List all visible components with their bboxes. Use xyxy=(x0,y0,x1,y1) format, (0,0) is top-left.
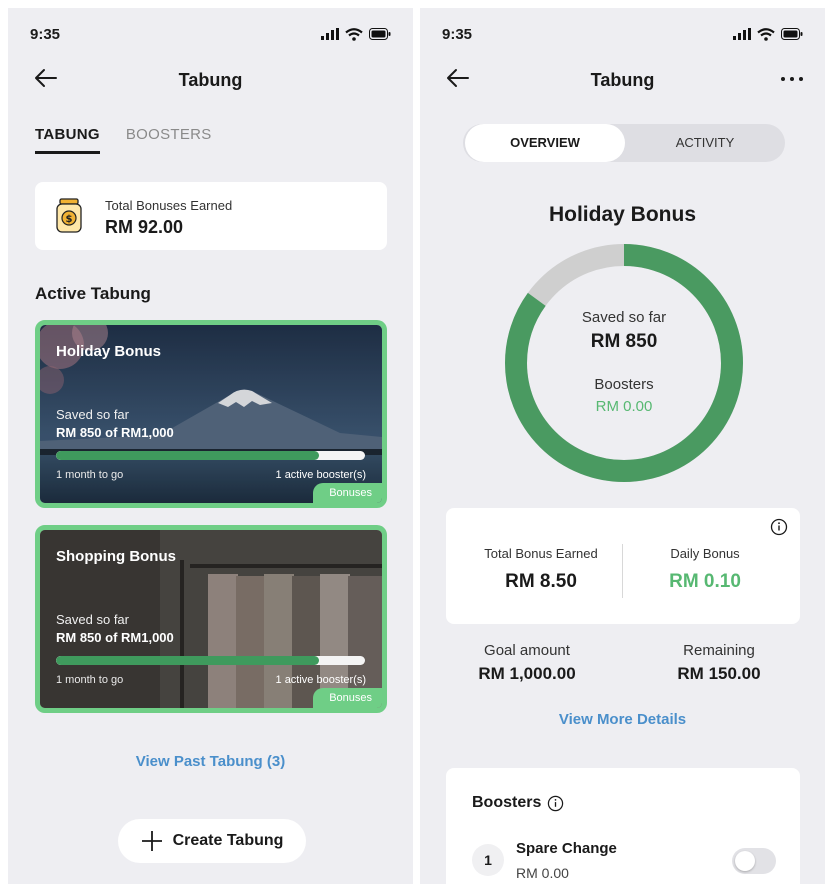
status-bar: 9:35 xyxy=(30,24,391,44)
boosters-label: Boosters xyxy=(594,376,654,393)
active-tabung-heading: Active Tabung xyxy=(35,284,151,303)
tabung-detail-screen: 9:35 Tabung OVERVIEW ACTIVITY Holiday Bo… xyxy=(420,8,825,884)
progress-bar xyxy=(56,656,365,665)
tab-bar: TABUNG BOOSTERS xyxy=(35,126,212,154)
svg-text:$: $ xyxy=(66,214,73,225)
status-time: 9:35 xyxy=(442,25,473,43)
donut-boosters-label-wrap: Boosters xyxy=(504,376,744,393)
booster-name: Spare Change xyxy=(516,840,617,857)
booster-value: RM 0.00 xyxy=(516,865,569,881)
money-jar-icon: $ xyxy=(56,198,82,233)
donut-saved-value-wrap: RM 850 xyxy=(504,331,744,353)
more-options-icon[interactable] xyxy=(781,77,803,81)
progress-fill xyxy=(56,451,319,460)
page-title: Tabung xyxy=(590,70,655,90)
saved-so-far-label: Saved so far xyxy=(56,612,129,627)
remaining-amount: Remaining RM 150.00 xyxy=(649,642,789,684)
bonuses-badge: Bonuses xyxy=(313,688,382,708)
bonuses-badge: Bonuses xyxy=(313,483,382,503)
active-boosters-text: 1 active booster(s) xyxy=(275,674,366,686)
view-more-details-link[interactable]: View More Details xyxy=(420,711,825,728)
booster-toggle[interactable] xyxy=(732,848,776,874)
total-bonus-earned: Total Bonus Earned RM 8.50 xyxy=(466,546,616,593)
signal-icon xyxy=(321,28,339,40)
wifi-icon xyxy=(757,27,775,41)
battery-icon xyxy=(369,28,391,40)
saved-so-far-value: RM 850 of RM1,000 xyxy=(56,630,174,645)
boosters-value: RM 0.00 xyxy=(595,398,653,415)
total-bonuses-label: Total Bonuses Earned xyxy=(105,198,233,213)
time-remaining-text: 1 month to go xyxy=(56,674,124,686)
tabung-card-holiday[interactable]: Holiday Bonus Saved so far RM 850 of RM1… xyxy=(35,320,387,508)
tabung-card-shopping[interactable]: Shopping Bonus Saved so far RM 850 of RM… xyxy=(35,525,387,713)
view-past-tabung-link[interactable]: View Past Tabung (3) xyxy=(8,753,413,770)
divider xyxy=(622,544,623,598)
tab-tabung[interactable]: TABUNG xyxy=(35,126,100,154)
daily-bonus: Daily Bonus RM 0.10 xyxy=(630,546,780,593)
boosters-title: Boosters xyxy=(472,794,542,811)
wifi-icon xyxy=(345,27,363,41)
status-time: 9:35 xyxy=(30,25,61,43)
app-bar: Tabung xyxy=(8,60,413,100)
total-bonuses-card: $ Total Bonuses Earned RM 92.00 xyxy=(35,182,387,250)
status-bar: 9:35 xyxy=(442,24,803,44)
create-tabung-label: Create Tabung xyxy=(172,832,284,849)
info-icon[interactable] xyxy=(770,518,788,536)
boosters-heading: Boosters xyxy=(472,794,564,812)
boosters-card: Boosters 1 Spare Change RM 0.00 xyxy=(446,768,800,884)
tab-overview[interactable]: OVERVIEW xyxy=(465,124,625,162)
app-bar: Tabung xyxy=(420,60,825,100)
segmented-control: OVERVIEW ACTIVITY xyxy=(463,124,785,162)
plus-icon xyxy=(141,831,162,851)
total-bonus-earned-value: RM 8.50 xyxy=(505,571,577,592)
saved-so-far-value: RM 850 of RM1,000 xyxy=(56,425,174,440)
bonus-summary-card: Total Bonus Earned RM 8.50 Daily Bonus R… xyxy=(446,508,800,624)
tabung-card-title: Holiday Bonus xyxy=(56,343,162,360)
battery-icon xyxy=(781,28,803,40)
tab-activity[interactable]: ACTIVITY xyxy=(625,124,785,162)
signal-icon xyxy=(733,28,751,40)
goal-amount-label: Goal amount xyxy=(484,642,570,659)
toggle-knob xyxy=(735,851,755,871)
total-bonuses-value: RM 92.00 xyxy=(105,217,184,237)
saved-so-far-value: RM 850 xyxy=(590,331,658,352)
goal-amount-value: RM 1,000.00 xyxy=(478,664,576,683)
booster-index-badge: 1 xyxy=(472,844,504,876)
progress-bar xyxy=(56,451,365,460)
goal-title: Holiday Bonus xyxy=(548,203,696,226)
remaining-value: RM 150.00 xyxy=(677,664,761,683)
info-icon[interactable] xyxy=(547,795,564,812)
saved-so-far-label: Saved so far xyxy=(581,309,667,326)
active-boosters-text: 1 active booster(s) xyxy=(275,469,366,481)
progress-fill xyxy=(56,656,319,665)
goal-amount: Goal amount RM 1,000.00 xyxy=(457,642,597,684)
donut-boosters-value-wrap: RM 0.00 xyxy=(504,398,744,415)
remaining-label: Remaining xyxy=(683,642,755,659)
savings-donut-chart xyxy=(505,244,743,482)
daily-bonus-label: Daily Bonus xyxy=(670,546,740,561)
saved-so-far-label: Saved so far xyxy=(56,407,129,422)
tab-boosters[interactable]: BOOSTERS xyxy=(126,126,212,154)
tabung-card-title: Shopping Bonus xyxy=(56,548,176,565)
page-title: Tabung xyxy=(178,70,243,90)
total-bonus-earned-label: Total Bonus Earned xyxy=(484,546,598,561)
tabung-list-screen: 9:35 Tabung TABUNG BOOSTERS $ Total Bonu… xyxy=(8,8,413,884)
donut-saved-label-wrap: Saved so far xyxy=(504,309,744,326)
create-tabung-button[interactable]: Create Tabung xyxy=(118,819,306,863)
time-remaining-text: 1 month to go xyxy=(56,469,124,481)
daily-bonus-value: RM 0.10 xyxy=(669,571,741,592)
